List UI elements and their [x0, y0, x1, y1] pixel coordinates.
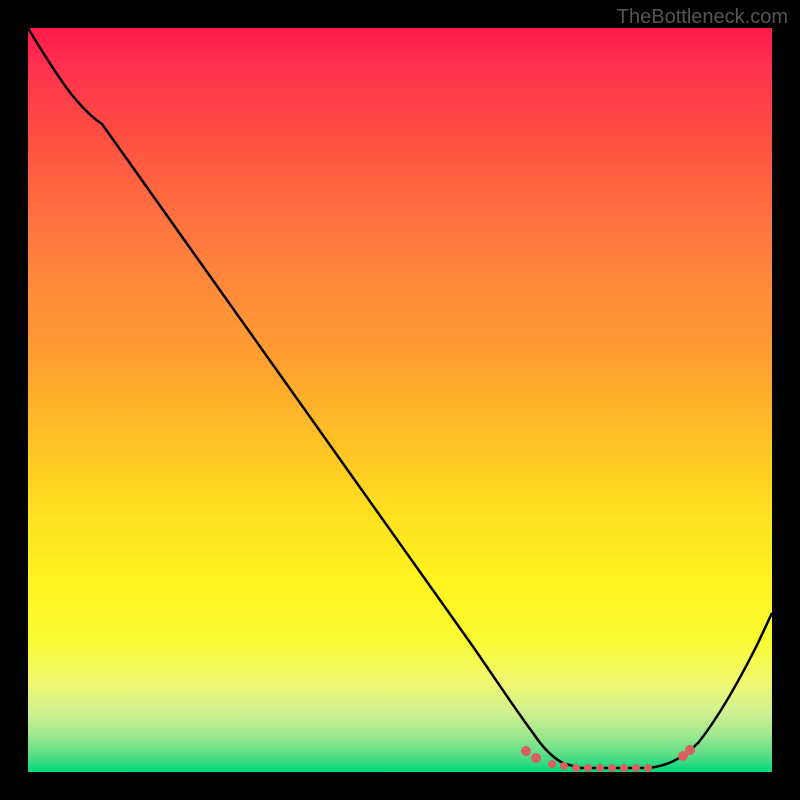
chart-plot-area: [28, 28, 772, 772]
bottleneck-curve-line: [28, 28, 772, 768]
watermark-text: TheBottleneck.com: [617, 6, 788, 29]
chart-svg: [28, 28, 772, 772]
